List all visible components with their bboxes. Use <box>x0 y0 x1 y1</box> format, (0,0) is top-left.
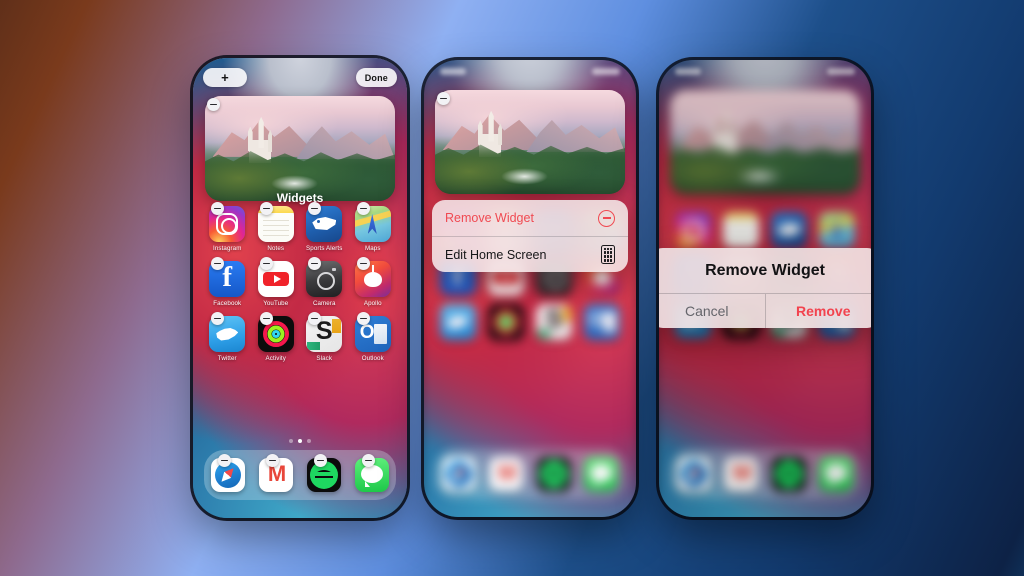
status-bar <box>424 60 636 82</box>
alert-actions: Cancel Remove <box>659 293 871 328</box>
app-item[interactable]: YouTube <box>252 257 301 307</box>
widget-photo <box>435 90 625 194</box>
app-remove-badge[interactable] <box>211 202 224 215</box>
app-item[interactable]: Slack <box>300 312 349 362</box>
app-remove-badge[interactable] <box>266 454 279 467</box>
dock-item[interactable] <box>307 454 341 492</box>
app-label: Notes <box>267 245 285 252</box>
add-widget-button[interactable]: + <box>203 68 247 87</box>
remove-button[interactable]: Remove <box>764 294 872 328</box>
app-item[interactable]: Facebook <box>203 257 252 307</box>
widget-remove-badge[interactable] <box>437 92 450 105</box>
app-item[interactable]: Activity <box>252 312 301 362</box>
dock-item[interactable] <box>259 454 293 492</box>
app-label: Sports Alerts <box>306 245 343 252</box>
dock-item[interactable] <box>211 454 245 492</box>
home-grid-icon <box>601 245 615 264</box>
app-remove-badge[interactable] <box>259 312 273 325</box>
app-item[interactable]: Twitter <box>203 312 252 362</box>
dock-item[interactable] <box>355 454 389 492</box>
menu-item-label: Remove Widget <box>445 211 534 225</box>
app-label: Slack <box>316 355 333 362</box>
app-item[interactable]: Instagram <box>203 202 252 252</box>
cancel-button[interactable]: Cancel <box>659 294 765 328</box>
app-remove-badge[interactable] <box>308 257 321 270</box>
app-label: Apollo <box>363 300 382 307</box>
widget-photo <box>205 96 395 201</box>
page-dot[interactable] <box>307 439 311 443</box>
app-remove-badge[interactable] <box>308 312 321 325</box>
remove-widget-alert: Remove Widget Cancel Remove <box>659 248 871 328</box>
photos-widget[interactable] <box>435 90 625 194</box>
app-label: Instagram <box>213 245 242 252</box>
photos-widget[interactable] <box>205 96 395 201</box>
app-remove-badge[interactable] <box>218 454 231 467</box>
app-item[interactable]: Sports Alerts <box>300 202 349 252</box>
menu-item-remove-widget[interactable]: Remove Widget <box>432 200 628 236</box>
widgets-section-label: Widgets <box>276 191 324 205</box>
menu-item-edit-home-screen[interactable]: Edit Home Screen <box>432 236 628 272</box>
app-label: YouTube <box>263 300 289 307</box>
app-label: Facebook <box>213 300 242 307</box>
app-label: Twitter <box>217 355 237 362</box>
app-remove-badge[interactable] <box>211 312 224 325</box>
app-remove-badge[interactable] <box>308 202 321 215</box>
alert-title: Remove Widget <box>705 262 825 279</box>
widget-remove-badge[interactable] <box>207 98 220 111</box>
done-button[interactable]: Done <box>355 68 397 87</box>
page-dot[interactable] <box>289 439 293 443</box>
app-remove-badge[interactable] <box>211 257 224 270</box>
app-item[interactable]: Notes <box>252 202 301 252</box>
status-time <box>440 67 466 75</box>
app-label: Activity <box>265 355 286 362</box>
phone-edit-mode: + Done Widgets Instagram Notes Sports Al… <box>193 58 407 518</box>
status-indicators <box>592 67 620 75</box>
app-label: Outlook <box>361 355 384 362</box>
page-dot-active[interactable] <box>298 439 302 443</box>
dock <box>204 450 396 500</box>
app-item[interactable]: Maps <box>349 202 398 252</box>
phone-alert: Remove Widget Cancel Remove <box>659 60 871 517</box>
app-remove-badge[interactable] <box>362 454 375 467</box>
app-item[interactable]: Outlook <box>349 312 398 362</box>
app-remove-badge[interactable] <box>356 312 370 325</box>
app-remove-badge[interactable] <box>259 202 273 215</box>
widget-context-menu: Remove Widget Edit Home Screen <box>432 200 628 272</box>
app-grid: Instagram Notes Sports Alerts Maps f Fac… <box>203 202 398 362</box>
menu-item-label: Edit Home Screen <box>445 247 547 262</box>
app-remove-badge[interactable] <box>356 202 370 215</box>
app-remove-badge[interactable] <box>259 257 273 270</box>
page-indicator[interactable] <box>289 439 311 443</box>
app-label: Maps <box>364 245 381 252</box>
app-item[interactable]: Apollo <box>349 257 398 307</box>
minus-circle-icon <box>598 209 615 227</box>
app-remove-badge[interactable] <box>356 257 370 270</box>
app-label: Camera <box>312 300 336 307</box>
edit-mode-toolbar: + Done <box>193 68 407 90</box>
app-item[interactable]: Camera <box>300 257 349 307</box>
phone-context-menu: Remove Widget Edit Home Screen <box>424 60 636 517</box>
app-remove-badge[interactable] <box>314 454 327 467</box>
